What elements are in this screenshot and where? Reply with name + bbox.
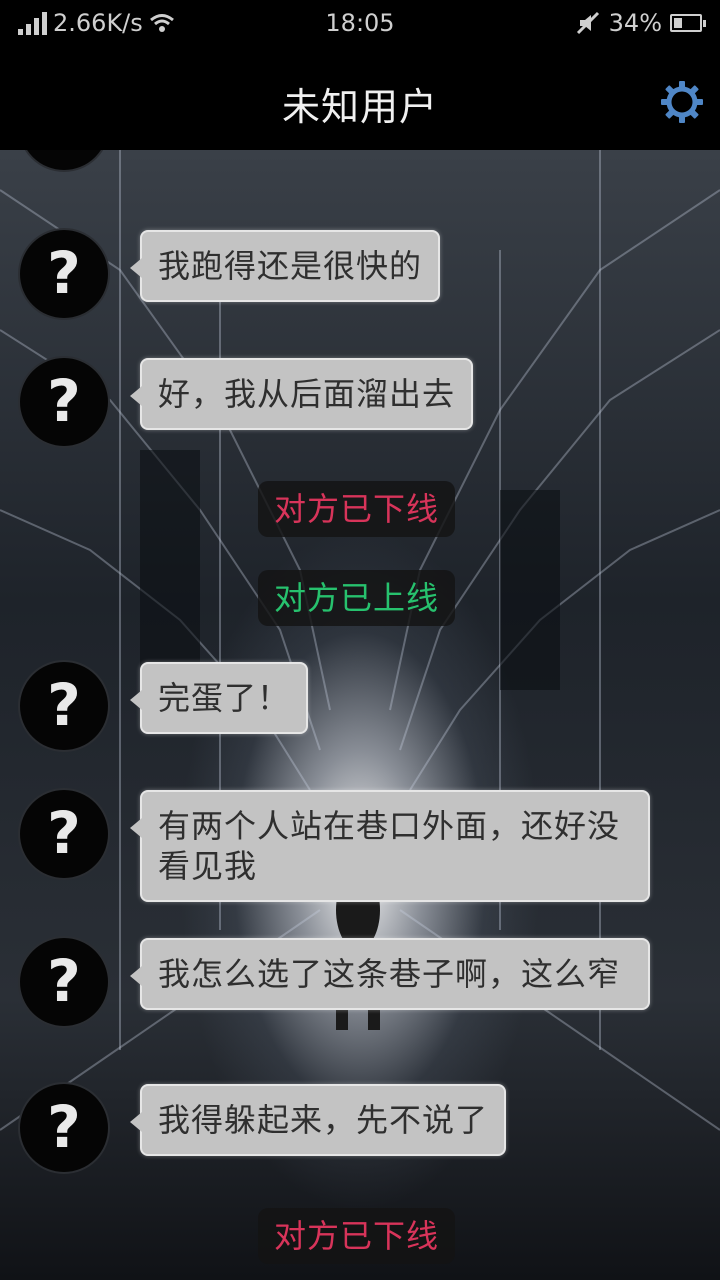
title-bar: 未知用户 [0, 50, 720, 150]
avatar[interactable]: ? [18, 150, 110, 172]
avatar[interactable]: ? [18, 1082, 110, 1174]
message-bubble[interactable]: 好，我从后面溜出去 [129, 358, 474, 430]
message-text: 好，我从后面溜出去 [158, 375, 456, 413]
chat-list[interactable]: ? 张吧 ? 我跑得还是很快的 ? 好，我从后面溜出去 对方已下线 对方已上线 … [0, 150, 720, 1280]
status-notice-offline: 对方已下线 [258, 1208, 456, 1264]
avatar[interactable]: ? [18, 788, 110, 880]
status-notice-offline: 对方已下线 [258, 481, 456, 537]
message-bubble[interactable]: 有两个人站在巷口外面，还好没看见我 [130, 790, 650, 902]
avatar[interactable]: ? [18, 936, 110, 1028]
gear-icon[interactable] [660, 80, 704, 124]
battery-text: 34% [608, 9, 662, 37]
message-text: 我怎么选了这条巷子啊，这么窄 [158, 955, 621, 993]
message-text: 有两个人站在巷口外面，还好没看见我 [158, 807, 621, 885]
status-bar: 2.66K/s 18:05 34% [0, 0, 720, 50]
message-text: 我得躲起来，先不说了 [158, 1101, 489, 1139]
message-text: 完蛋了！ [158, 679, 291, 717]
message-text: 我跑得还是很快的 [158, 247, 423, 285]
page-title: 未知用户 [281, 85, 438, 129]
message-bubble[interactable]: 我跑得还是很快的 [129, 230, 441, 302]
status-notice-online: 对方已上线 [258, 570, 456, 626]
avatar[interactable]: ? [18, 356, 110, 448]
mute-icon [576, 11, 599, 35]
avatar[interactable]: ? [18, 660, 110, 752]
battery-fill [674, 18, 683, 28]
status-right: 34% [575, 9, 706, 37]
message-bubble[interactable]: 完蛋了！ [129, 662, 309, 734]
battery-icon [670, 14, 706, 32]
avatar[interactable]: ? [18, 228, 110, 320]
message-bubble[interactable]: 我得躲起来，先不说了 [129, 1084, 507, 1156]
message-bubble[interactable]: 我怎么选了这条巷子啊，这么窄 [130, 938, 650, 1010]
